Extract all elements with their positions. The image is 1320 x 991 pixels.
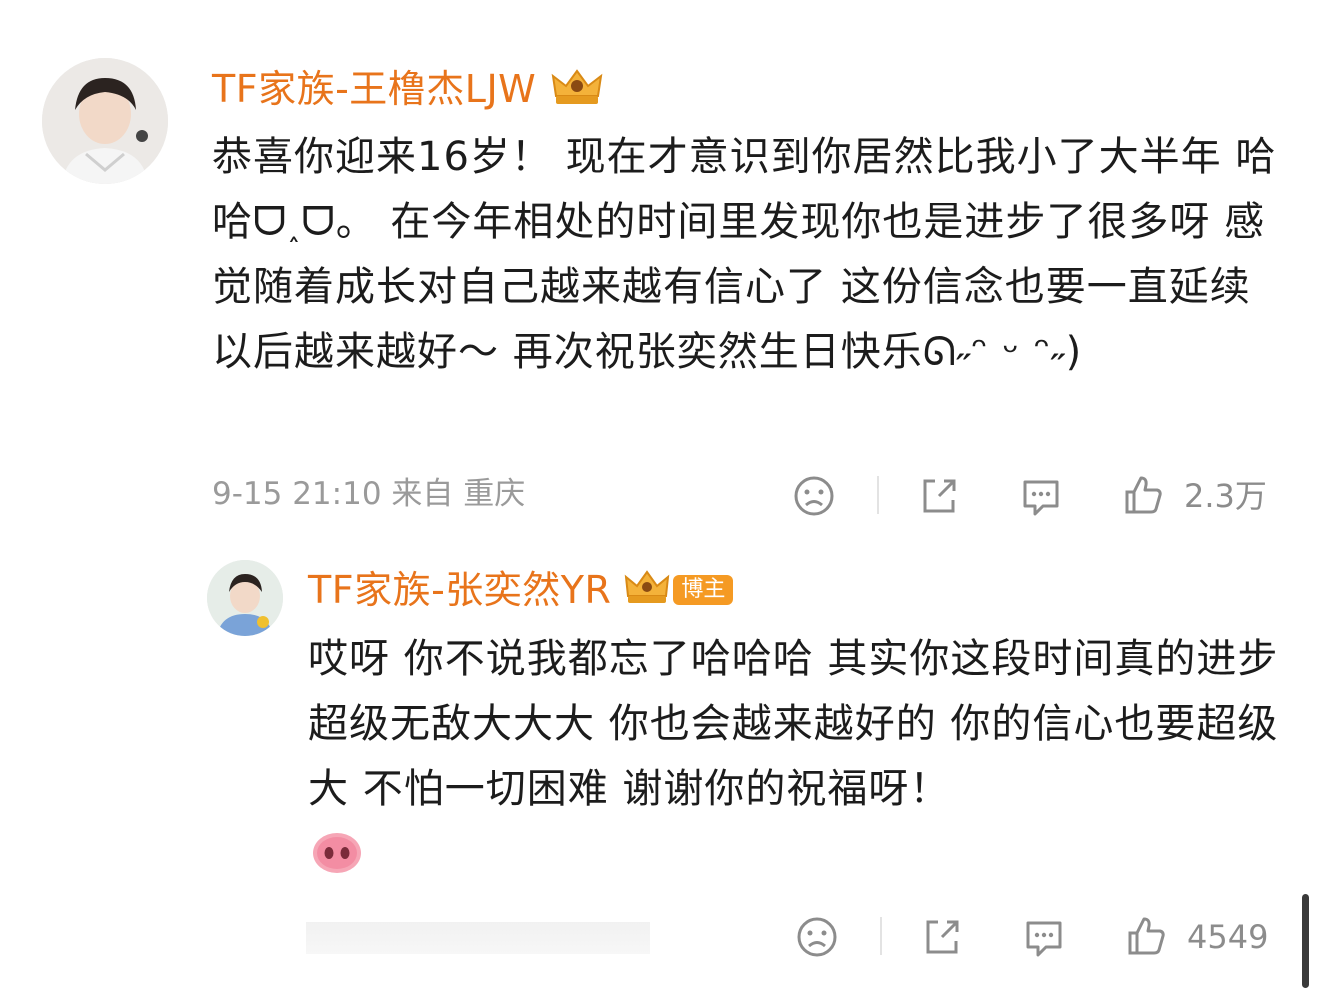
crown-badge-icon xyxy=(550,66,604,112)
reply-meta-placeholder xyxy=(306,922,650,954)
reply-like-count: 4549 xyxy=(1187,918,1269,956)
sad-face-icon[interactable] xyxy=(792,474,836,522)
reply-sad-face-icon[interactable] xyxy=(795,915,839,963)
reply-crown-badge-icon xyxy=(623,568,671,612)
avatar-image xyxy=(42,58,168,184)
blogger-badge: 博主 xyxy=(673,575,734,605)
thumbs-up-icon[interactable] xyxy=(1121,473,1165,521)
reply-share-icon[interactable] xyxy=(920,915,964,963)
reply-thumbs-up-icon[interactable] xyxy=(1124,914,1168,962)
scrollbar[interactable] xyxy=(1302,894,1309,988)
reply-action-bar: 4549 xyxy=(793,913,1293,959)
reply-username[interactable]: TF家族-张奕然YR xyxy=(308,571,611,609)
username[interactable]: TF家族-王橹杰LJW xyxy=(212,70,536,108)
reply-avatar[interactable] xyxy=(207,560,283,636)
comment-action-bar: 2.3万 xyxy=(790,472,1290,518)
avatar[interactable] xyxy=(42,58,168,184)
comment-meta: 9-15 21:10 来自 重庆 xyxy=(212,476,526,512)
reply-header: TF家族-张奕然YR 博主 xyxy=(308,568,734,612)
reply-item: TF家族-张奕然YR 博主 哎呀 你不说我都忘了哈哈哈 其实你这段时间真的进步超… xyxy=(0,540,1320,991)
reply-avatar-image xyxy=(207,560,283,636)
comment-bubble-icon[interactable] xyxy=(1019,474,1063,522)
comment-text: 恭喜你迎来16岁！ 现在才意识到你居然比我小了大半年 哈哈ᗜ˰ᗜ。 在今年相处的… xyxy=(212,134,1277,375)
pig-nose-emoji-icon xyxy=(311,831,363,879)
like-count: 2.3万 xyxy=(1184,477,1267,515)
reply-divider xyxy=(880,917,882,955)
comment-item: TF家族-王橹杰LJW 恭喜你迎来16岁！ 现在才意识到你居然比我小了大半年 哈… xyxy=(0,0,1320,540)
reply-text: 哎呀 你不说我都忘了哈哈哈 其实你这段时间真的进步超级无敌大大大 你也会越来越好… xyxy=(308,636,1279,812)
reply-comment-bubble-icon[interactable] xyxy=(1022,915,1066,963)
share-icon[interactable] xyxy=(917,474,961,522)
comment-header: TF家族-王橹杰LJW xyxy=(212,66,604,112)
divider xyxy=(877,476,879,514)
